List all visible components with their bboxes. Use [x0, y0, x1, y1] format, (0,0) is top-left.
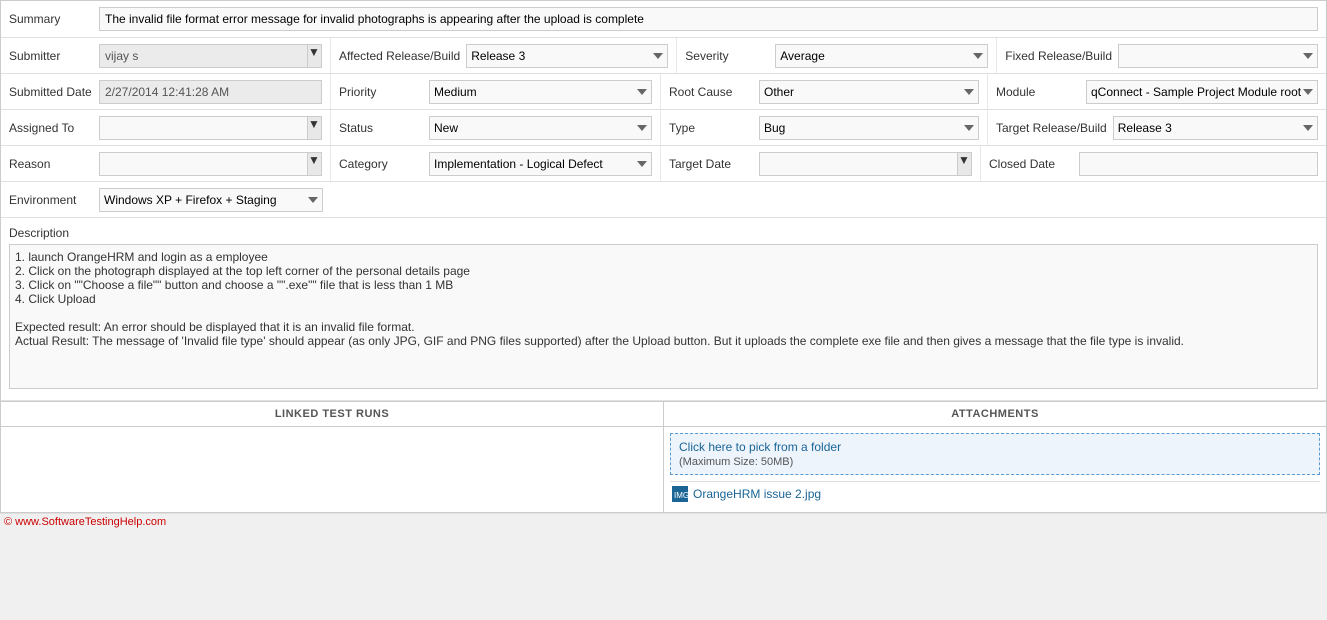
fixed-release-cell: Fixed Release/Build Release 3 Release 2 — [997, 38, 1326, 73]
reason-label: Reason — [9, 157, 99, 171]
module-select[interactable]: qConnect - Sample Project Module root — [1086, 80, 1318, 104]
attachments-panel: ATTACHMENTS Click here to pick from a fo… — [664, 402, 1326, 512]
attachment-file-item: IMG OrangeHRM issue 2.jpg — [670, 481, 1320, 506]
form-row-3: Assigned To ▼ Status New Open In Progres… — [1, 110, 1326, 146]
submitted-date-cell: Submitted Date — [1, 74, 331, 109]
submitter-label: Submitter — [9, 49, 99, 63]
category-select[interactable]: Implementation - Logical Defect Design D… — [429, 152, 652, 176]
pick-folder-link[interactable]: Click here to pick from a folder — [679, 440, 841, 454]
form-row-1: Submitter ▼ Affected Release/Build Relea… — [1, 38, 1326, 74]
affected-release-cell: Affected Release/Build Release 3 Release… — [331, 38, 677, 73]
target-release-select[interactable]: Release 3 Release 2 Release 1 — [1113, 116, 1318, 140]
submitted-date-input — [99, 80, 322, 104]
form-row-4: Reason ▼ Category Implementation - Logic… — [1, 146, 1326, 182]
root-cause-select[interactable]: Other Code Error Design Issue Integratio… — [759, 80, 979, 104]
type-select[interactable]: Bug Enhancement Task — [759, 116, 979, 140]
category-cell: Category Implementation - Logical Defect… — [331, 146, 661, 181]
footer-text: © www.SoftwareTestingHelp.com — [4, 516, 166, 528]
submitter-dropdown-btn[interactable]: ▼ — [308, 44, 322, 68]
description-label: Description — [9, 226, 1318, 240]
closed-date-label: Closed Date — [989, 157, 1079, 171]
target-release-cell: Target Release/Build Release 3 Release 2… — [988, 110, 1326, 145]
linked-test-runs-panel: LINKED TEST RUNS — [1, 402, 664, 512]
assigned-to-label: Assigned To — [9, 121, 99, 135]
module-label: Module — [996, 85, 1086, 99]
attachments-body: Click here to pick from a folder (Maximu… — [664, 427, 1326, 512]
file-icon: IMG — [672, 486, 688, 502]
svg-text:IMG: IMG — [674, 491, 688, 500]
reason-input[interactable] — [99, 152, 308, 176]
status-label: Status — [339, 121, 429, 135]
environment-select[interactable]: Windows XP + Firefox + Staging Windows 7… — [99, 188, 323, 212]
module-cell: Module qConnect - Sample Project Module … — [988, 74, 1326, 109]
max-size-text: (Maximum Size: 50MB) — [679, 456, 793, 468]
target-date-cell: Target Date ▼ — [661, 146, 981, 181]
environment-label: Environment — [9, 193, 99, 207]
target-date-dropdown-btn[interactable]: ▼ — [958, 152, 972, 176]
fixed-release-label: Fixed Release/Build — [1005, 49, 1118, 63]
summary-input[interactable] — [99, 7, 1318, 31]
assigned-to-cell: Assigned To ▼ — [1, 110, 331, 145]
type-cell: Type Bug Enhancement Task — [661, 110, 988, 145]
severity-select[interactable]: Average Critical High Low — [775, 44, 988, 68]
affected-release-label: Affected Release/Build — [339, 49, 466, 63]
assigned-to-input[interactable] — [99, 116, 308, 140]
linked-test-runs-header: LINKED TEST RUNS — [1, 402, 663, 427]
attachment-file-link[interactable]: OrangeHRM issue 2.jpg — [693, 487, 821, 501]
root-cause-label: Root Cause — [669, 85, 759, 99]
status-cell: Status New Open In Progress Resolved Clo… — [331, 110, 661, 145]
linked-test-runs-body — [1, 427, 663, 507]
description-section: Description 1. launch OrangeHRM and logi… — [1, 218, 1326, 401]
attachment-pick-area[interactable]: Click here to pick from a folder (Maximu… — [670, 433, 1320, 475]
reason-dropdown-btn[interactable]: ▼ — [308, 152, 322, 176]
closed-date-input[interactable] — [1079, 152, 1318, 176]
footer: © www.SoftwareTestingHelp.com — [0, 513, 1327, 530]
bottom-section: LINKED TEST RUNS ATTACHMENTS Click here … — [1, 401, 1326, 512]
assigned-to-dropdown-btn[interactable]: ▼ — [308, 116, 322, 140]
summary-label: Summary — [9, 12, 99, 26]
form-row-2: Submitted Date Priority Medium High Low … — [1, 74, 1326, 110]
summary-row: Summary — [1, 1, 1326, 38]
closed-date-cell: Closed Date — [981, 146, 1326, 181]
reason-cell: Reason ▼ — [1, 146, 331, 181]
environment-cell: Environment Windows XP + Firefox + Stagi… — [1, 182, 331, 217]
submitted-date-label: Submitted Date — [9, 85, 99, 99]
bug-form: Summary Submitter ▼ Affected Release/Bui… — [0, 0, 1327, 513]
priority-select[interactable]: Medium High Low Critical — [429, 80, 652, 104]
type-label: Type — [669, 121, 759, 135]
affected-release-select[interactable]: Release 3 Release 2 Release 1 — [466, 44, 668, 68]
target-date-input[interactable] — [759, 152, 958, 176]
description-textarea[interactable]: 1. launch OrangeHRM and login as a emplo… — [9, 244, 1318, 389]
fixed-release-select[interactable]: Release 3 Release 2 — [1118, 44, 1318, 68]
root-cause-cell: Root Cause Other Code Error Design Issue… — [661, 74, 988, 109]
attachments-header: ATTACHMENTS — [664, 402, 1326, 427]
severity-label: Severity — [685, 49, 775, 63]
status-select[interactable]: New Open In Progress Resolved Closed — [429, 116, 652, 140]
submitter-input — [99, 44, 308, 68]
target-release-label: Target Release/Build — [996, 121, 1113, 135]
category-label: Category — [339, 157, 429, 171]
submitter-cell: Submitter ▼ — [1, 38, 331, 73]
severity-cell: Severity Average Critical High Low — [677, 38, 997, 73]
priority-cell: Priority Medium High Low Critical — [331, 74, 661, 109]
form-row-5: Environment Windows XP + Firefox + Stagi… — [1, 182, 1326, 218]
target-date-label: Target Date — [669, 157, 759, 171]
priority-label: Priority — [339, 85, 429, 99]
